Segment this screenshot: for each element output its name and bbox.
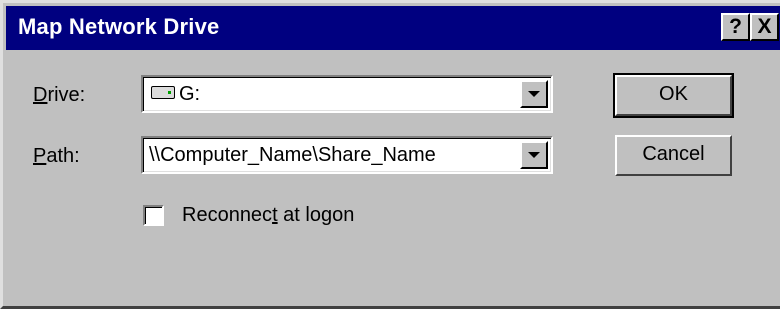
title-bar: Map Network Drive ? X [6, 6, 780, 50]
path-label: Path: [33, 145, 80, 167]
reconnect-label[interactable]: Reconnect at logon [182, 204, 354, 227]
drive-combobox[interactable]: G: [141, 75, 553, 113]
drive-value: G: [179, 83, 201, 105]
path-combobox[interactable]: \\Computer_Name\Share_Name [141, 136, 553, 174]
drive-label: Drive: [33, 84, 86, 106]
help-button[interactable]: ? [721, 13, 750, 41]
cancel-button[interactable]: Cancel [615, 135, 732, 176]
reconnect-checkbox[interactable] [143, 205, 164, 226]
ok-button[interactable]: OK [613, 73, 734, 118]
drive-dropdown-button[interactable] [520, 80, 548, 108]
dialog-title: Map Network Drive [18, 14, 220, 39]
network-drive-icon [151, 86, 175, 99]
path-value: \\Computer_Name\Share_Name [149, 144, 436, 166]
close-button[interactable]: X [750, 13, 779, 41]
path-dropdown-button[interactable] [520, 141, 548, 169]
